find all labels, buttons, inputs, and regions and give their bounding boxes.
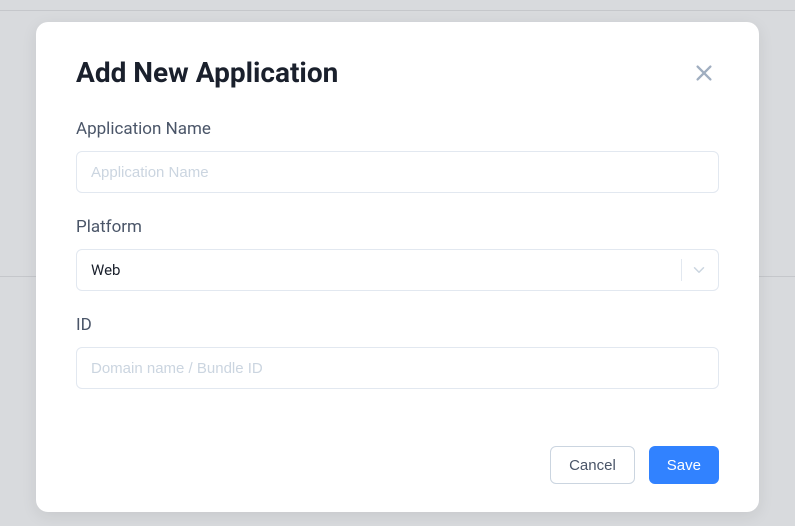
platform-selected-value: Web bbox=[77, 261, 681, 279]
platform-group: Platform Web bbox=[76, 217, 719, 291]
modal-title: Add New Application bbox=[76, 56, 338, 89]
cancel-button[interactable]: Cancel bbox=[550, 446, 635, 484]
modal-footer: Cancel Save bbox=[76, 446, 719, 484]
id-input[interactable] bbox=[76, 347, 719, 389]
id-label: ID bbox=[76, 315, 719, 335]
close-button[interactable] bbox=[689, 58, 719, 88]
platform-label: Platform bbox=[76, 217, 719, 237]
application-name-group: Application Name bbox=[76, 119, 719, 193]
application-name-label: Application Name bbox=[76, 119, 719, 139]
platform-select[interactable]: Web bbox=[76, 249, 719, 291]
save-button[interactable]: Save bbox=[649, 446, 719, 484]
select-separator bbox=[681, 259, 682, 281]
close-icon bbox=[693, 62, 715, 84]
modal-header: Add New Application bbox=[76, 56, 719, 89]
application-name-input[interactable] bbox=[76, 151, 719, 193]
chevron-down-icon bbox=[690, 261, 718, 279]
add-application-modal: Add New Application Application Name Pla… bbox=[36, 22, 759, 512]
id-group: ID bbox=[76, 315, 719, 389]
